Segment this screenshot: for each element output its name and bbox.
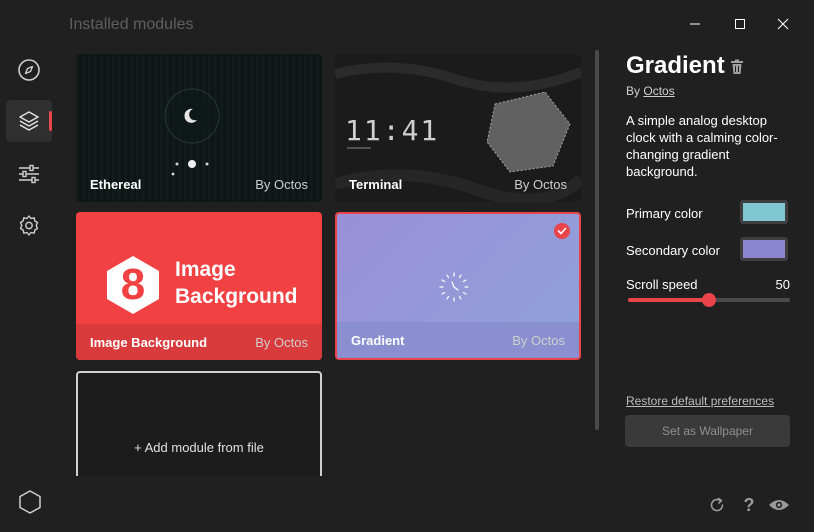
minimize-icon [690,23,700,25]
trash-icon [731,59,743,74]
primary-color-label: Primary color [626,206,703,221]
module-author: By Octos [255,334,308,350]
close-button[interactable] [771,12,795,36]
secondary-color-swatch[interactable] [740,237,788,261]
question-mark-icon: ? [743,494,755,515]
image-background-title-line2: Background [175,285,298,308]
maximize-button[interactable] [728,12,752,36]
window-title: Installed modules [69,16,194,33]
compass-icon [18,59,40,81]
scroll-speed-slider-fill [628,298,709,302]
active-nav-indicator [49,111,52,131]
module-card-gradient[interactable]: Gradient By Octos [335,212,581,360]
refresh-button[interactable] [706,494,728,516]
image-background-logo-number: 8 [120,260,146,309]
set-wallpaper-button[interactable]: Set as Wallpaper [625,415,790,447]
card-footer: Ethereal By Octos [76,166,322,202]
help-button[interactable]: ? [738,494,760,516]
analog-clock-icon [439,272,469,302]
module-description: A simple analog desktop clock with a cal… [626,113,778,179]
eye-icon [769,500,789,510]
primary-color-swatch[interactable] [740,200,788,224]
scroll-speed-slider-thumb[interactable] [702,293,716,307]
sidebar-item-explore[interactable] [6,49,52,91]
terminal-clock-text: 11:41 [345,114,440,147]
module-name: Ethereal [90,176,142,192]
gear-icon [19,215,39,236]
selected-check-badge [554,223,570,239]
preview-button[interactable] [768,494,790,516]
close-icon [777,18,789,30]
sliders-icon [19,164,39,184]
module-name: Terminal [349,176,403,192]
card-footer: Image Background By Octos [76,324,322,360]
delete-module-button[interactable] [730,59,744,75]
module-card-ethereal[interactable]: Ethereal By Octos [76,54,322,202]
module-name: Gradient [351,332,405,348]
hexagon-icon [19,490,41,514]
author-link[interactable]: Octos [643,84,674,98]
module-author: By Octos [255,176,308,192]
secondary-color-label: Secondary color [626,243,720,258]
module-name: Image Background [90,334,208,350]
checkmark-icon [557,227,567,235]
refresh-icon [710,497,724,512]
maximize-icon [735,19,745,29]
sidebar-item-settings[interactable] [6,205,52,247]
layers-icon [19,111,39,131]
module-grid: Ethereal By Octos 11:41 Terminal By Octo… [76,54,584,476]
module-card-image-background[interactable]: 8 Image Background Image Background By O… [76,212,322,360]
add-module-button[interactable]: + Add module from file [76,371,322,476]
module-author: By Octos [512,332,565,348]
module-detail-author: By Octos [626,84,675,98]
card-footer: Terminal By Octos [335,166,581,202]
add-module-label: + Add module from file [134,440,264,455]
module-author: By Octos [514,176,567,192]
minimize-button[interactable] [683,12,707,36]
module-card-terminal[interactable]: 11:41 Terminal By Octos [335,54,581,202]
image-background-title-line1: Image [175,258,236,281]
restore-defaults-link[interactable]: Restore default preferences [626,394,774,408]
scroll-speed-label: Scroll speed [626,277,698,292]
scroll-speed-value: 50 [775,277,790,292]
scroll-speed-slider[interactable] [628,293,790,307]
card-footer: Gradient By Octos [337,322,579,358]
sidebar-item-adjustments[interactable] [6,153,52,195]
app-logo-button[interactable] [17,489,43,515]
sidebar-item-installed-modules[interactable] [6,100,52,142]
module-grid-scrollbar[interactable] [595,50,599,430]
module-detail-title: Gradient [626,52,725,79]
author-prefix: By [626,84,641,98]
